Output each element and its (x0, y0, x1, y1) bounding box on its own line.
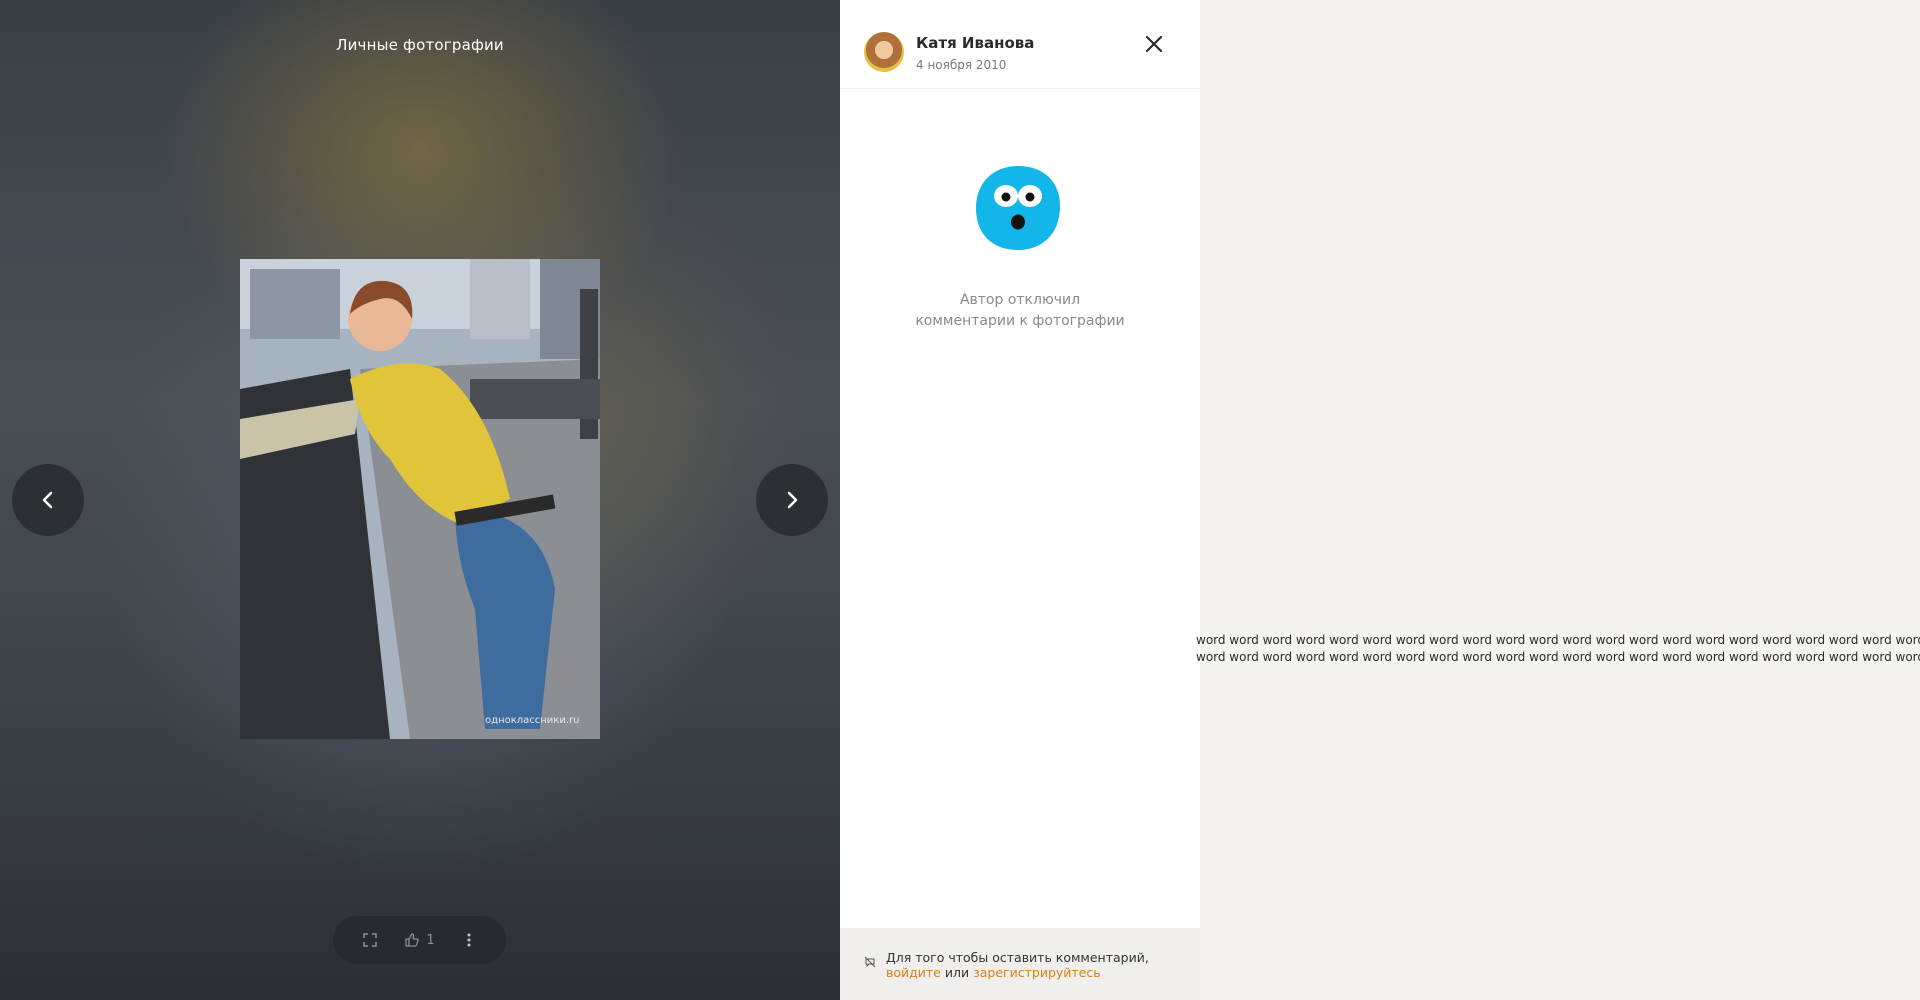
fullscreen-icon (363, 933, 378, 947)
background-text-line1: word word word word word word word word … (1196, 633, 1920, 647)
previous-photo-button[interactable] (12, 464, 84, 536)
comments-disabled-line1: Автор отключил (959, 292, 1081, 308)
like-button[interactable]: 1 (398, 928, 440, 952)
more-vertical-icon (467, 933, 471, 947)
photo-viewer: Личные фотографии одноклассники.ru 1 (0, 0, 840, 1000)
author-name[interactable]: Катя Иванова (916, 34, 1034, 52)
thumbs-up-icon (405, 933, 420, 947)
more-options-button[interactable] (455, 928, 483, 952)
comments-disabled-line2: комментарии к фотографии (915, 313, 1125, 329)
login-or-text: или (944, 965, 970, 980)
photo-toolbar: 1 (333, 916, 506, 964)
chevron-left-icon (42, 491, 53, 509)
login-prompt-text: Для того чтобы оставить комментарий, вой… (886, 950, 1149, 980)
login-prompt: Для того чтобы оставить комментарий, вой… (840, 928, 1200, 1000)
album-title: Личные фотографии (336, 36, 504, 54)
comments-disabled-message: Автор отключил комментарии к фотографии (870, 290, 1170, 332)
fullscreen-button[interactable] (356, 928, 384, 952)
panel-header: Катя Иванова 4 ноября 2010 (840, 0, 1200, 89)
next-photo-button[interactable] (756, 464, 828, 536)
photo[interactable]: одноклассники.ru (240, 259, 600, 739)
chevron-right-icon (787, 491, 798, 509)
login-prompt-prefix: Для того чтобы оставить комментарий, (886, 950, 1149, 965)
avatar[interactable] (864, 32, 904, 72)
photo-image: одноклассники.ru (240, 259, 600, 739)
comments-panel: Катя Иванова 4 ноября 2010 Автор отключи… (840, 0, 1200, 1000)
close-button[interactable] (1140, 30, 1168, 58)
close-icon (1145, 35, 1163, 53)
likes-count: 1 (426, 932, 435, 948)
background-text: word word word word word word word word … (1196, 632, 1920, 666)
login-link[interactable]: войдите (886, 965, 941, 980)
no-comment-icon (864, 956, 876, 968)
post-date: 4 ноября 2010 (916, 58, 1007, 72)
register-link[interactable]: зарегистрируйтесь (973, 965, 1101, 980)
photo-watermark: одноклассники.ru (485, 715, 579, 726)
background-text-line2: word word word word word word word word … (1196, 650, 1920, 664)
surprised-emoji-icon (976, 166, 1060, 250)
